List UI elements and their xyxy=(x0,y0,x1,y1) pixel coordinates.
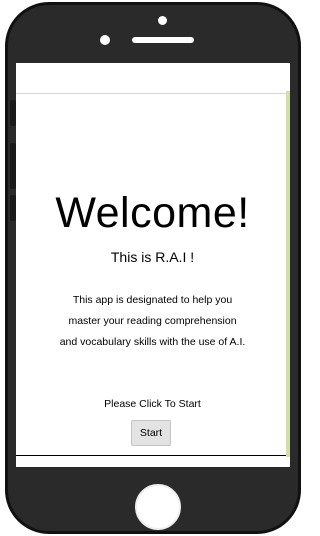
camera-icon xyxy=(100,35,110,45)
description-line: master your reading comprehension xyxy=(68,315,237,327)
start-button[interactable]: Start xyxy=(131,420,171,446)
app-description: This app is designated to help you maste… xyxy=(16,290,289,353)
description-line: and vocabulary skills with the use of A.… xyxy=(59,336,246,348)
speaker-grille xyxy=(132,37,194,43)
app-view: Welcome! This is R.A.I ! This app is des… xyxy=(16,93,289,456)
app-subtitle: This is R.A.I ! xyxy=(110,249,195,265)
scroll-accent-bar xyxy=(286,91,290,457)
start-prompt: Please Click To Start xyxy=(104,398,201,410)
phone-screen: Welcome! This is R.A.I ! This app is des… xyxy=(16,63,290,467)
description-line: This app is designated to help you xyxy=(72,294,233,306)
home-button[interactable] xyxy=(135,484,181,530)
welcome-title: Welcome! xyxy=(55,189,250,237)
sensor-dot xyxy=(158,16,167,25)
